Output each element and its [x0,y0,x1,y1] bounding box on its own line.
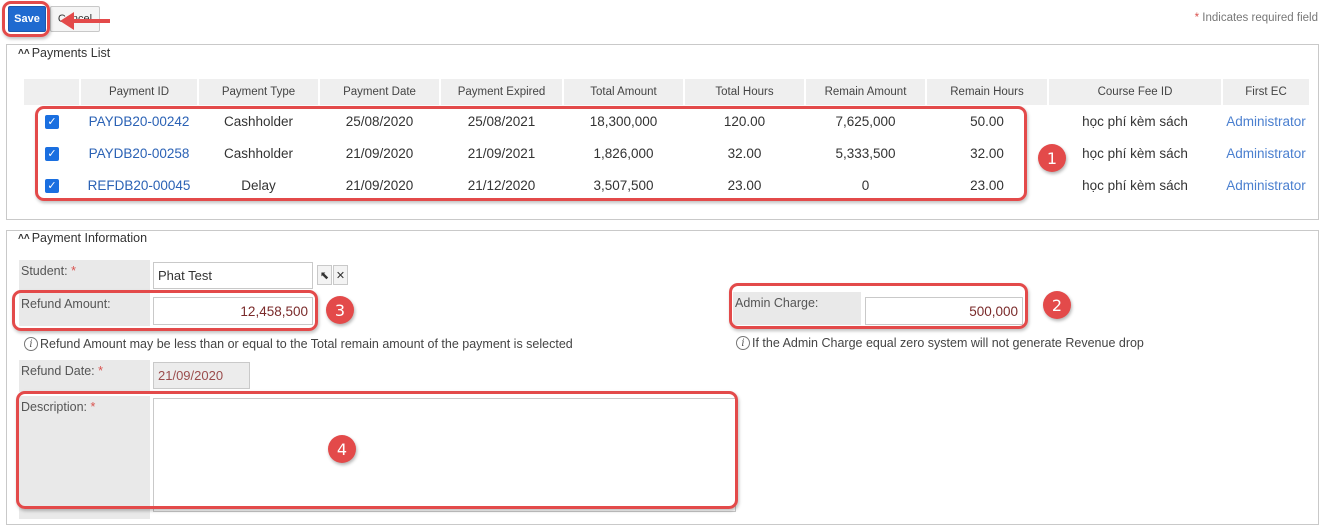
description-highlight [16,391,738,509]
column-header-payment-type[interactable]: Payment Type [198,79,320,105]
select-pointer-icon[interactable]: ⬉ [317,265,332,285]
refund-amount-highlight [12,290,318,331]
column-header-payment-date[interactable]: Payment Date [319,79,441,105]
clear-x-icon[interactable]: ✕ [333,265,348,285]
left-arrow-icon [60,12,110,30]
course-fee-id-cell: học phí kèm sách [1082,145,1188,161]
admin-charge-highlight [729,283,1028,329]
save-button-highlight [2,1,50,37]
annotation-badge-1: 1 [1038,144,1066,172]
refund-date-field: 21/09/2020 [153,362,250,389]
collapse-chevron-icon[interactable]: ˄˄ [18,48,30,58]
payment-information-header[interactable]: ˄˄ Payment Information [18,231,147,245]
payments-list-title: Payments List [31,46,111,60]
payments-list-header[interactable]: ˄˄ Payments List [18,46,110,60]
admin-charge-hint: i If the Admin Charge equal zero system … [736,336,1144,350]
required-note-text: Indicates required field [1202,12,1318,24]
column-header-remain-hours[interactable]: Remain Hours [926,79,1049,105]
refund-hint: i Refund Amount may be less than or equa… [24,337,573,351]
column-header-course-fee-id[interactable]: Course Fee ID [1048,79,1223,105]
annotation-badge-2: 2 [1043,291,1071,319]
course-fee-id-cell: học phí kèm sách [1082,113,1188,129]
table-header-row: Payment ID Payment Type Payment Date Pay… [24,79,1311,105]
first-ec-link[interactable]: Administrator [1222,137,1310,169]
student-label: Student: * [19,260,150,291]
column-header-total-amount[interactable]: Total Amount [563,79,685,105]
column-header-payment-id[interactable]: Payment ID [80,79,199,105]
column-header-first-ec[interactable]: First EC [1222,79,1311,105]
admin-charge-hint-text: If the Admin Charge equal zero system wi… [752,336,1144,350]
payment-information-title: Payment Information [31,231,148,245]
required-field-note: * Indicates required field [1195,12,1318,24]
column-header-total-hours[interactable]: Total Hours [684,79,806,105]
course-fee-id-cell: học phí kèm sách [1082,177,1188,193]
annotation-badge-4: 4 [328,435,356,463]
column-header-select [24,79,81,105]
refund-date-label: Refund Date: * [19,360,150,392]
student-field[interactable]: Phat Test [153,262,313,289]
column-header-remain-amount[interactable]: Remain Amount [805,79,927,105]
first-ec-link[interactable]: Administrator [1222,105,1310,137]
payment-rows-highlight [35,106,1027,201]
column-header-payment-expired[interactable]: Payment Expired [440,79,564,105]
collapse-chevron-icon[interactable]: ˄˄ [18,233,30,243]
annotation-badge-3: 3 [326,296,354,324]
required-star: * [1194,12,1200,24]
info-icon: i [736,336,750,350]
refund-hint-text: Refund Amount may be less than or equal … [40,337,573,351]
info-icon: i [24,337,38,351]
first-ec-link[interactable]: Administrator [1222,169,1310,201]
